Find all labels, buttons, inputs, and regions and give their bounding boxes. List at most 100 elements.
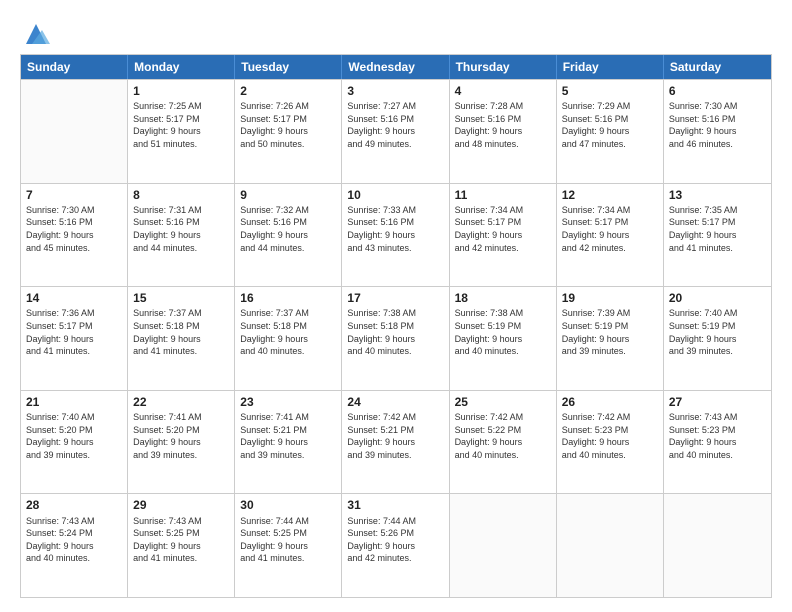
day-number: 12	[562, 187, 658, 203]
calendar: SundayMondayTuesdayWednesdayThursdayFrid…	[20, 54, 772, 598]
calendar-cell: 9Sunrise: 7:32 AMSunset: 5:16 PMDaylight…	[235, 184, 342, 287]
calendar-body: 1Sunrise: 7:25 AMSunset: 5:17 PMDaylight…	[21, 79, 771, 597]
day-number: 21	[26, 394, 122, 410]
cell-text: Sunrise: 7:34 AMSunset: 5:17 PMDaylight:…	[455, 204, 551, 254]
day-number: 31	[347, 497, 443, 513]
cell-text: Sunrise: 7:27 AMSunset: 5:16 PMDaylight:…	[347, 100, 443, 150]
day-number: 6	[669, 83, 766, 99]
calendar-cell: 27Sunrise: 7:43 AMSunset: 5:23 PMDayligh…	[664, 391, 771, 494]
cell-text: Sunrise: 7:29 AMSunset: 5:16 PMDaylight:…	[562, 100, 658, 150]
day-number: 8	[133, 187, 229, 203]
day-number: 19	[562, 290, 658, 306]
calendar-cell: 22Sunrise: 7:41 AMSunset: 5:20 PMDayligh…	[128, 391, 235, 494]
day-number: 29	[133, 497, 229, 513]
cell-text: Sunrise: 7:43 AMSunset: 5:23 PMDaylight:…	[669, 411, 766, 461]
day-number: 22	[133, 394, 229, 410]
cell-text: Sunrise: 7:42 AMSunset: 5:21 PMDaylight:…	[347, 411, 443, 461]
cell-text: Sunrise: 7:42 AMSunset: 5:22 PMDaylight:…	[455, 411, 551, 461]
calendar-cell: 7Sunrise: 7:30 AMSunset: 5:16 PMDaylight…	[21, 184, 128, 287]
day-number: 26	[562, 394, 658, 410]
day-number: 15	[133, 290, 229, 306]
cell-text: Sunrise: 7:40 AMSunset: 5:20 PMDaylight:…	[26, 411, 122, 461]
cell-text: Sunrise: 7:44 AMSunset: 5:25 PMDaylight:…	[240, 515, 336, 565]
calendar-cell: 6Sunrise: 7:30 AMSunset: 5:16 PMDaylight…	[664, 80, 771, 183]
cell-text: Sunrise: 7:43 AMSunset: 5:24 PMDaylight:…	[26, 515, 122, 565]
calendar-header-cell: Thursday	[450, 55, 557, 79]
calendar-cell: 1Sunrise: 7:25 AMSunset: 5:17 PMDaylight…	[128, 80, 235, 183]
day-number: 25	[455, 394, 551, 410]
calendar-cell: 28 Sunrise: 7:43 AMSunset: 5:24 PMDayligh…	[21, 494, 128, 597]
calendar-cell: 16Sunrise: 7:37 AMSunset: 5:18 PMDayligh…	[235, 287, 342, 390]
calendar-cell: 8Sunrise: 7:31 AMSunset: 5:16 PMDaylight…	[128, 184, 235, 287]
cell-text: Sunrise: 7:42 AMSunset: 5:23 PMDaylight:…	[562, 411, 658, 461]
cell-text: Sunrise: 7:33 AMSunset: 5:16 PMDaylight:…	[347, 204, 443, 254]
calendar-cell: 11Sunrise: 7:34 AMSunset: 5:17 PMDayligh…	[450, 184, 557, 287]
calendar-week-row: 21Sunrise: 7:40 AMSunset: 5:20 PMDayligh…	[21, 390, 771, 494]
cell-text: Sunrise: 7:36 AMSunset: 5:17 PMDaylight:…	[26, 307, 122, 357]
calendar-header-row: SundayMondayTuesdayWednesdayThursdayFrid…	[21, 55, 771, 79]
cell-text: Sunrise: 7:35 AMSunset: 5:17 PMDaylight:…	[669, 204, 766, 254]
calendar-week-row: 7Sunrise: 7:30 AMSunset: 5:16 PMDaylight…	[21, 183, 771, 287]
calendar-week-row: 1Sunrise: 7:25 AMSunset: 5:17 PMDaylight…	[21, 79, 771, 183]
calendar-cell: 18Sunrise: 7:38 AMSunset: 5:19 PMDayligh…	[450, 287, 557, 390]
cell-text: Sunrise: 7:30 AMSunset: 5:16 PMDaylight:…	[26, 204, 122, 254]
calendar-cell: 23Sunrise: 7:41 AMSunset: 5:21 PMDayligh…	[235, 391, 342, 494]
calendar-cell: 14Sunrise: 7:36 AMSunset: 5:17 PMDayligh…	[21, 287, 128, 390]
cell-text: Sunrise: 7:44 AMSunset: 5:26 PMDaylight:…	[347, 515, 443, 565]
day-number: 23	[240, 394, 336, 410]
calendar-cell	[450, 494, 557, 597]
calendar-header-cell: Friday	[557, 55, 664, 79]
day-number: 17	[347, 290, 443, 306]
calendar-cell: 31 Sunrise: 7:44 AMSunset: 5:26 PMDayligh…	[342, 494, 449, 597]
calendar-cell: 5Sunrise: 7:29 AMSunset: 5:16 PMDaylight…	[557, 80, 664, 183]
day-number: 4	[455, 83, 551, 99]
day-number: 13	[669, 187, 766, 203]
calendar-header-cell: Saturday	[664, 55, 771, 79]
cell-text: Sunrise: 7:37 AMSunset: 5:18 PMDaylight:…	[133, 307, 229, 357]
day-number: 2	[240, 83, 336, 99]
cell-text: Sunrise: 7:28 AMSunset: 5:16 PMDaylight:…	[455, 100, 551, 150]
cell-text: Sunrise: 7:39 AMSunset: 5:19 PMDaylight:…	[562, 307, 658, 357]
day-number: 14	[26, 290, 122, 306]
calendar-cell: 3Sunrise: 7:27 AMSunset: 5:16 PMDaylight…	[342, 80, 449, 183]
calendar-week-row: 28 Sunrise: 7:43 AMSunset: 5:24 PMDayligh…	[21, 493, 771, 597]
calendar-cell: 10Sunrise: 7:33 AMSunset: 5:16 PMDayligh…	[342, 184, 449, 287]
cell-text: Sunrise: 7:26 AMSunset: 5:17 PMDaylight:…	[240, 100, 336, 150]
cell-text: Sunrise: 7:41 AMSunset: 5:21 PMDaylight:…	[240, 411, 336, 461]
cell-text: Sunrise: 7:41 AMSunset: 5:20 PMDaylight:…	[133, 411, 229, 461]
cell-text: Sunrise: 7:32 AMSunset: 5:16 PMDaylight:…	[240, 204, 336, 254]
day-number: 20	[669, 290, 766, 306]
day-number: 11	[455, 187, 551, 203]
calendar-cell: 30 Sunrise: 7:44 AMSunset: 5:25 PMDayligh…	[235, 494, 342, 597]
cell-text: Sunrise: 7:34 AMSunset: 5:17 PMDaylight:…	[562, 204, 658, 254]
day-number: 30	[240, 497, 336, 513]
calendar-cell	[21, 80, 128, 183]
cell-text: Sunrise: 7:40 AMSunset: 5:19 PMDaylight:…	[669, 307, 766, 357]
day-number: 7	[26, 187, 122, 203]
calendar-cell: 25Sunrise: 7:42 AMSunset: 5:22 PMDayligh…	[450, 391, 557, 494]
cell-text: Sunrise: 7:38 AMSunset: 5:18 PMDaylight:…	[347, 307, 443, 357]
calendar-cell: 4Sunrise: 7:28 AMSunset: 5:16 PMDaylight…	[450, 80, 557, 183]
day-number: 10	[347, 187, 443, 203]
day-number: 3	[347, 83, 443, 99]
day-number: 27	[669, 394, 766, 410]
day-number: 5	[562, 83, 658, 99]
cell-text: Sunrise: 7:30 AMSunset: 5:16 PMDaylight:…	[669, 100, 766, 150]
page: SundayMondayTuesdayWednesdayThursdayFrid…	[0, 0, 792, 612]
calendar-header-cell: Monday	[128, 55, 235, 79]
day-number: 18	[455, 290, 551, 306]
calendar-cell: 17Sunrise: 7:38 AMSunset: 5:18 PMDayligh…	[342, 287, 449, 390]
calendar-cell: 21Sunrise: 7:40 AMSunset: 5:20 PMDayligh…	[21, 391, 128, 494]
calendar-cell: 20Sunrise: 7:40 AMSunset: 5:19 PMDayligh…	[664, 287, 771, 390]
calendar-week-row: 14Sunrise: 7:36 AMSunset: 5:17 PMDayligh…	[21, 286, 771, 390]
cell-text: Sunrise: 7:25 AMSunset: 5:17 PMDaylight:…	[133, 100, 229, 150]
calendar-cell: 15Sunrise: 7:37 AMSunset: 5:18 PMDayligh…	[128, 287, 235, 390]
logo-icon	[22, 20, 50, 48]
calendar-cell: 13Sunrise: 7:35 AMSunset: 5:17 PMDayligh…	[664, 184, 771, 287]
day-number: 28	[26, 497, 122, 513]
calendar-cell: 12Sunrise: 7:34 AMSunset: 5:17 PMDayligh…	[557, 184, 664, 287]
calendar-cell: 19Sunrise: 7:39 AMSunset: 5:19 PMDayligh…	[557, 287, 664, 390]
calendar-cell	[664, 494, 771, 597]
calendar-header-cell: Sunday	[21, 55, 128, 79]
logo-area	[20, 18, 50, 48]
